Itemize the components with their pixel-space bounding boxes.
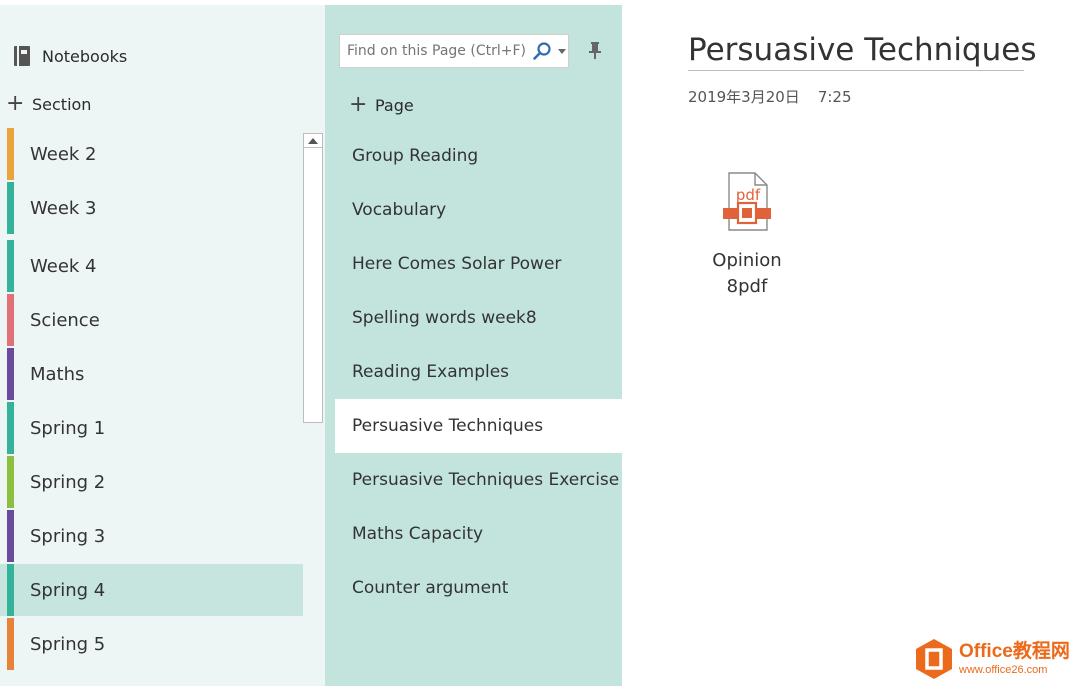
chevron-down-icon[interactable] (557, 46, 567, 56)
pin-icon[interactable] (588, 41, 602, 59)
page-datetime: 2019年3月20日 7:25 (688, 86, 852, 107)
page-list: Group Reading Vocabulary Here Comes Solar … (335, 129, 622, 615)
page-item[interactable]: Reading Examples (335, 345, 622, 399)
add-section-button[interactable]: + Section (6, 93, 91, 115)
page-item[interactable]: Vocabulary (335, 183, 622, 237)
section-item[interactable]: Spring 3 (0, 510, 303, 562)
section-item[interactable]: Spring 1 (0, 402, 303, 454)
page-label: Here Comes Solar Power (352, 254, 562, 274)
page-item[interactable]: Group Reading (335, 129, 622, 183)
section-color-bar (7, 348, 14, 400)
section-label: Spring 3 (30, 525, 106, 547)
page-label: Persuasive Techniques Exercise (352, 470, 620, 490)
notebook-icon (14, 46, 30, 66)
add-page-label: Page (375, 95, 414, 115)
section-color-bar (7, 402, 14, 454)
section-label: Science (30, 309, 100, 331)
section-label: Week 4 (30, 255, 97, 277)
page-item[interactable]: Spelling words week8 (335, 291, 622, 345)
page-content: Persuasive Techniques 2019年3月20日 7:25 pdf… (622, 0, 1080, 686)
office-logo-icon (916, 639, 952, 679)
watermark: Office教程网 www.office26.com (915, 634, 1080, 684)
section-color-bar (7, 294, 14, 346)
page-label: Group Reading (352, 146, 479, 166)
section-label: Week 2 (30, 143, 97, 165)
section-color-bar (7, 182, 14, 234)
triangle-up-icon (308, 137, 318, 144)
search-box[interactable] (339, 34, 569, 68)
sections-pane: Notebooks + Section Week 2 Week 3 Week 4 Sc… (0, 5, 325, 686)
page-label: Vocabulary (352, 200, 447, 220)
section-label: Week 3 (30, 197, 97, 219)
watermark-url: www.office26.com (959, 664, 1048, 676)
section-item[interactable]: Spring 4 (0, 564, 303, 616)
pdf-attachment[interactable]: pdf Opinion 8pdf (688, 170, 806, 300)
section-label: Spring 2 (30, 471, 106, 493)
attachment-name-line2: 8pdf (726, 276, 768, 297)
pdf-icon-label: pdf (736, 186, 761, 204)
section-item[interactable]: Week 3 (0, 182, 303, 234)
scroll-up-button[interactable] (304, 134, 322, 148)
section-item[interactable]: Week 4 (0, 240, 303, 292)
attachment-name-line1: Opinion (712, 250, 782, 271)
section-item[interactable]: Science (0, 294, 303, 346)
section-color-bar (7, 456, 14, 508)
search-icon[interactable] (531, 40, 553, 62)
sections-scrollbar[interactable] (303, 133, 323, 423)
add-section-label: Section (32, 94, 92, 114)
plus-icon: + (349, 92, 368, 117)
page-label: Maths Capacity (352, 524, 484, 544)
page-item[interactable]: Persuasive Techniques Exercise (335, 453, 622, 507)
page-title[interactable]: Persuasive Techniques (688, 32, 1036, 71)
section-item[interactable]: Spring 5 (0, 618, 303, 670)
section-item[interactable]: Maths (0, 348, 303, 400)
page-item[interactable]: Persuasive Techniques (335, 399, 622, 453)
section-label: Spring 1 (30, 417, 106, 439)
pdf-file-icon: pdf (723, 172, 771, 231)
section-color-bar (7, 564, 14, 616)
page-label: Persuasive Techniques (352, 416, 544, 436)
plus-icon: + (6, 91, 25, 116)
section-label: Spring 4 (30, 579, 106, 601)
section-label: Spring 5 (30, 633, 106, 655)
page-label: Counter argument (352, 578, 509, 598)
page-label: Reading Examples (352, 362, 510, 382)
notebooks-button[interactable]: Notebooks (12, 39, 127, 73)
onenote-window: Notebooks + Section Week 2 Week 3 Week 4 Sc… (0, 0, 1080, 686)
attachment-name: Opinion 8pdf (688, 248, 806, 300)
section-color-bar (7, 240, 14, 292)
watermark-title: Office教程网 (959, 641, 1070, 662)
page-label: Spelling words week8 (352, 308, 537, 328)
page-date: 2019年3月20日 (688, 88, 800, 106)
section-item[interactable]: Week 2 (0, 128, 303, 180)
section-item[interactable]: Spring 2 (0, 456, 303, 508)
search-input[interactable] (340, 42, 531, 60)
section-color-bar (7, 510, 14, 562)
page-item[interactable]: Counter argument (335, 561, 622, 615)
section-list: Week 2 Week 3 Week 4 Science Maths Spring 1 Sp… (0, 128, 303, 672)
notebooks-label: Notebooks (42, 46, 128, 66)
section-color-bar (7, 128, 14, 180)
pages-pane: + Page Group Reading Vocabulary Here Comes… (325, 5, 622, 686)
section-color-bar (7, 618, 14, 670)
page-time: 7:25 (817, 88, 852, 106)
page-item[interactable]: Maths Capacity (335, 507, 622, 561)
add-page-button[interactable]: + Page (349, 94, 414, 116)
page-item[interactable]: Here Comes Solar Power (335, 237, 622, 291)
watermark-text: Office教程网 www.office26.com (959, 642, 1070, 676)
